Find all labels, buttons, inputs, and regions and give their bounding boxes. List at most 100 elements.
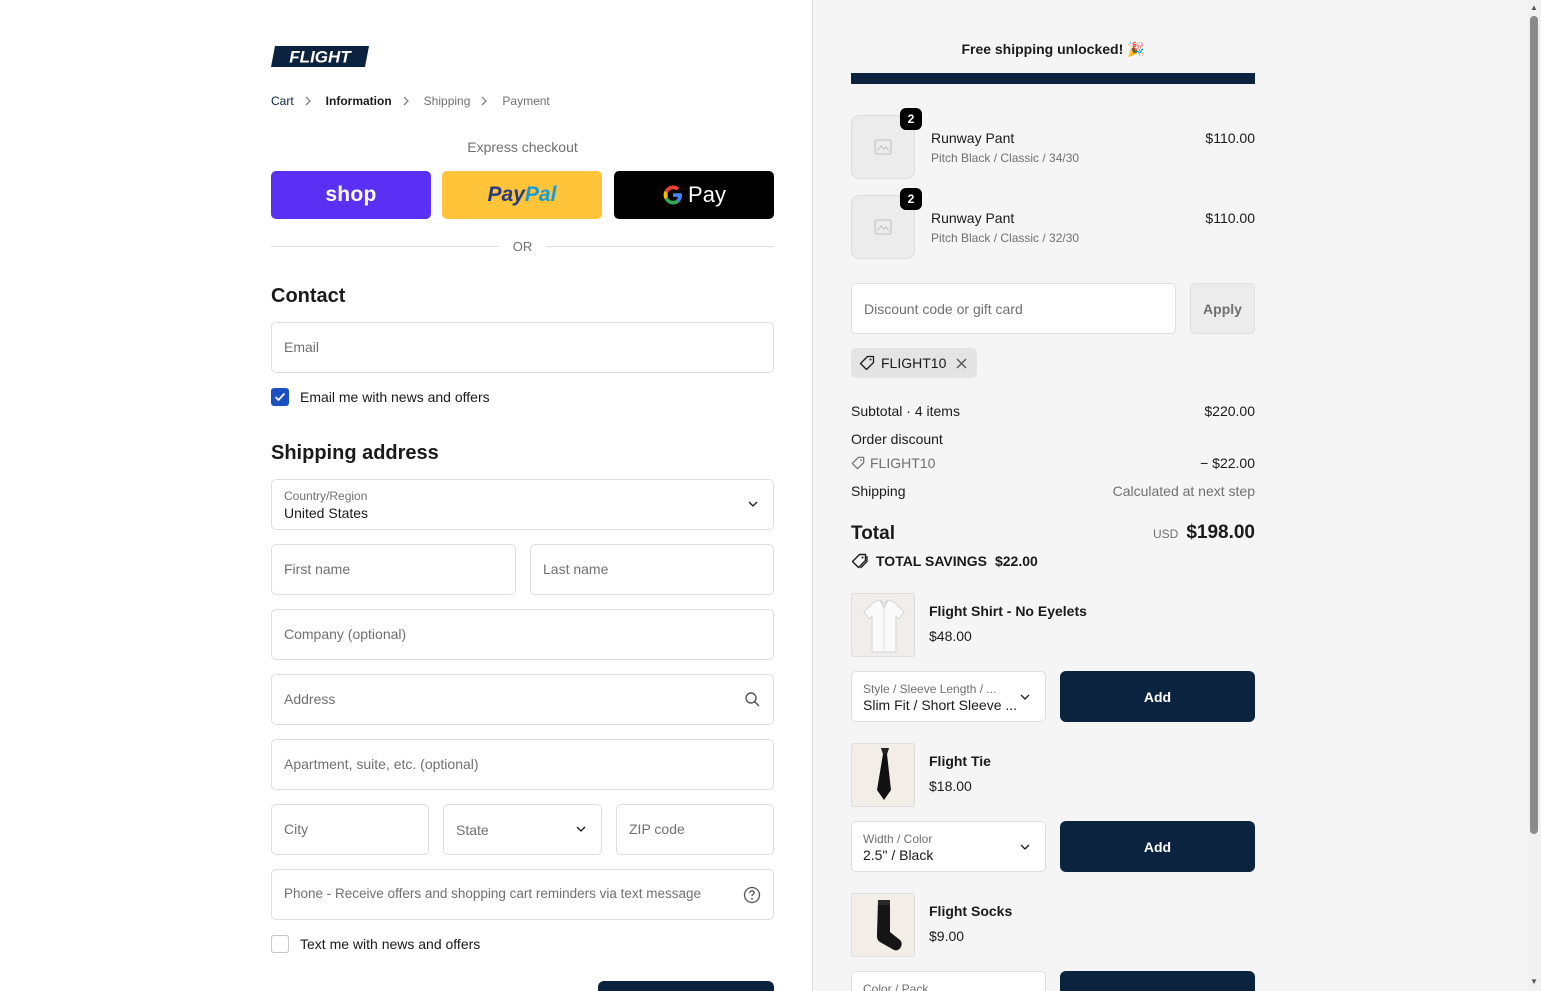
last-name-field[interactable]: Last name <box>530 544 774 595</box>
paypal-button[interactable]: Pay Pal <box>442 171 602 219</box>
chevron-down-icon <box>576 826 586 832</box>
subtotal-value: $220.00 <box>1204 403 1255 419</box>
breadcrumb-cart[interactable]: Cart <box>271 94 294 108</box>
line-item-variant: Pitch Black / Classic / 32/30 <box>931 231 1080 245</box>
chevron-right-icon <box>304 96 316 106</box>
breadcrumb-information: Information <box>325 94 392 108</box>
line-item-price: $110.00 <box>1205 210 1255 226</box>
flight-logo[interactable]: FLIGHT <box>271 46 369 67</box>
company-placeholder: Company (optional) <box>284 626 407 642</box>
line-item: 2 Runway Pant Pitch Black / Classic / 34… <box>851 108 1255 179</box>
continue-to-shipping-button[interactable] <box>598 981 774 991</box>
tie-image <box>851 743 915 807</box>
remove-discount-close-icon[interactable] <box>956 358 967 369</box>
paypal-label-pay: Pay <box>487 183 525 206</box>
savings-label: TOTAL SAVINGS <box>876 553 987 569</box>
state-placeholder: State <box>456 822 489 838</box>
state-select[interactable]: State <box>443 804 602 855</box>
add-upsell-button[interactable]: Add <box>1060 821 1255 872</box>
line-item-price: $110.00 <box>1205 130 1255 146</box>
shipping-address-heading: Shipping address <box>271 442 439 464</box>
line-item-title: Runway Pant <box>931 210 1015 226</box>
progress-fill <box>851 73 1255 84</box>
zip-field[interactable]: ZIP code <box>616 804 774 855</box>
scroll-up-arrow-icon[interactable]: ▲ <box>1530 4 1538 12</box>
apartment-field[interactable]: Apartment, suite, etc. (optional) <box>271 739 774 790</box>
email-optin[interactable]: Email me with news and offers <box>271 388 490 406</box>
variant-label: Color / Pack <box>863 982 929 991</box>
email-optin-checkbox[interactable] <box>271 388 289 406</box>
image-placeholder-icon <box>874 139 892 155</box>
upsell-price: $48.00 <box>929 628 972 644</box>
apply-discount-button[interactable]: Apply <box>1190 283 1255 334</box>
address-field[interactable]: Address <box>271 674 774 725</box>
total-savings: TOTAL SAVINGS $22.00 <box>851 553 1038 569</box>
total-currency: USD <box>1152 527 1179 541</box>
help-circle-icon[interactable] <box>743 886 761 904</box>
applied-discount-chip: FLIGHT10 <box>851 348 978 378</box>
order-discount-code: FLIGHT10 <box>870 455 936 471</box>
shop-pay-label: shop <box>325 183 377 206</box>
add-upsell-button[interactable] <box>1060 971 1255 991</box>
scroll-down-arrow-icon[interactable]: ▼ <box>1530 978 1538 986</box>
first-name-placeholder: First name <box>284 561 351 577</box>
upsell-name: Flight Tie <box>929 753 991 769</box>
discount-code-placeholder: Discount code or gift card <box>864 301 1023 317</box>
variant-value: Slim Fit / Short Sleeve ... <box>863 697 1018 713</box>
upsell-variant-select[interactable]: Width / Color 2.5" / Black <box>851 821 1046 872</box>
variant-label: Style / Sleeve Length / ... <box>863 682 997 696</box>
image-placeholder-icon <box>874 219 892 235</box>
last-name-placeholder: Last name <box>543 561 609 577</box>
subtotal-label: Subtotal · 4 items <box>851 403 960 419</box>
upsell-variant-select[interactable]: Style / Sleeve Length / ... Slim Fit / S… <box>851 671 1046 722</box>
total-row: Total USD $198.00 <box>851 522 1255 548</box>
express-checkout-label: Express checkout <box>467 139 578 155</box>
city-field[interactable]: City <box>271 804 429 855</box>
logo-text: FLIGHT <box>289 48 352 67</box>
breadcrumb: Cart Information Shipping Payment <box>271 94 550 108</box>
address-placeholder: Address <box>284 691 336 707</box>
shipping-label: Shipping <box>851 483 906 499</box>
free-shipping-banner: Free shipping unlocked! 🎉 <box>961 41 1145 57</box>
discount-code-input[interactable]: Discount code or gift card <box>851 283 1176 334</box>
text-optin-checkbox[interactable] <box>271 935 289 953</box>
apartment-placeholder: Apartment, suite, etc. (optional) <box>284 756 479 772</box>
city-placeholder: City <box>284 821 309 837</box>
company-field[interactable]: Company (optional) <box>271 609 774 660</box>
order-discount-label: Order discount <box>851 431 943 447</box>
total-label: Total <box>851 523 895 544</box>
first-name-field[interactable]: First name <box>271 544 516 595</box>
upsell-name: Flight Shirt - No Eyelets <box>929 603 1087 619</box>
text-optin[interactable]: Text me with news and offers <box>271 935 480 953</box>
shop-pay-button[interactable]: shop <box>271 171 431 219</box>
page-scrollbar[interactable]: ▲ ▼ <box>1527 0 1541 991</box>
zip-placeholder: ZIP code <box>629 821 685 837</box>
scrollbar-thumb[interactable] <box>1530 16 1538 834</box>
breadcrumb-payment: Payment <box>502 94 550 108</box>
upsell-price: $18.00 <box>929 778 972 794</box>
paypal-label-pal: Pal <box>524 183 557 206</box>
variant-value: 2.5" / Black <box>863 847 934 863</box>
or-label: OR <box>512 239 533 254</box>
or-divider: OR <box>271 238 774 256</box>
email-field[interactable]: Email <box>271 322 774 373</box>
tag-icon <box>851 456 865 470</box>
text-optin-label: Text me with news and offers <box>300 936 481 952</box>
email-optin-label: Email me with news and offers <box>300 389 490 405</box>
search-icon <box>745 692 760 707</box>
line-item-variant: Pitch Black / Classic / 34/30 <box>931 151 1080 165</box>
phone-field[interactable]: Phone - Receive offers and shopping cart… <box>271 869 774 920</box>
shirt-image <box>851 593 915 657</box>
add-upsell-button[interactable]: Add <box>1060 671 1255 722</box>
upsell-variant-select[interactable]: Color / Pack <box>851 971 1046 991</box>
checkmark-icon <box>274 392 286 402</box>
upsell-price: $9.00 <box>929 928 965 944</box>
upsell-item: Flight Shirt - No Eyelets $48.00 <box>851 593 1255 657</box>
google-pay-button[interactable]: Pay <box>614 171 774 219</box>
applied-discount-code: FLIGHT10 <box>881 355 947 371</box>
savings-value: $22.00 <box>994 553 1038 569</box>
country-select[interactable]: Country/Region United States <box>271 479 774 530</box>
chevron-down-icon <box>1020 694 1030 700</box>
upsell-item: Flight Socks $9.00 <box>851 893 1255 957</box>
google-g-icon <box>663 185 683 205</box>
